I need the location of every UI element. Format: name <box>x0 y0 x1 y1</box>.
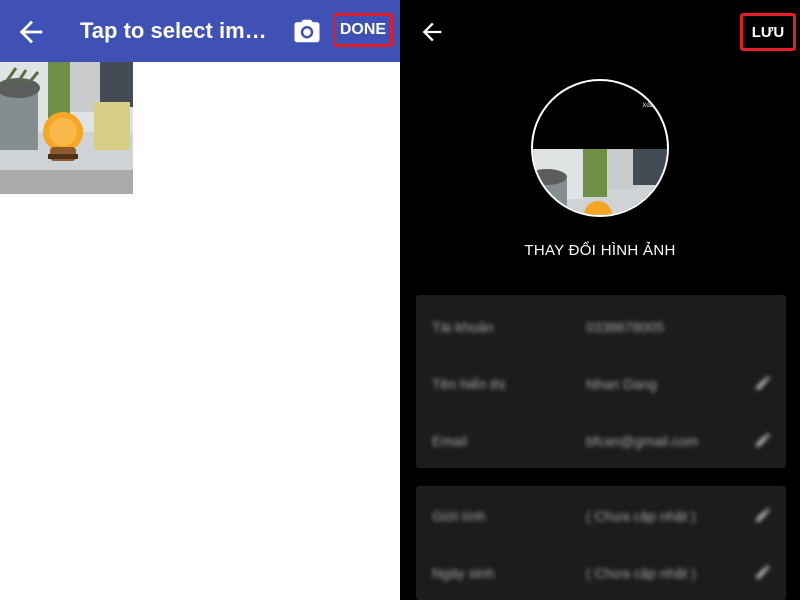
field-value: bfcan@gmail.com <box>586 433 699 449</box>
field-label: Ngày sinh <box>432 565 495 581</box>
field-label: Tài khoản <box>432 319 494 335</box>
field-label: Tên hiển thị <box>432 376 506 392</box>
field-label: Giới tính <box>432 508 486 524</box>
list-item[interactable]: Giới tính ( Chưa cập nhật ) <box>416 496 786 536</box>
field-value: Nhan Dang <box>586 376 657 392</box>
change-photo-link[interactable]: THAY ĐỔI HÌNH ẢNH <box>400 242 800 259</box>
app-bar: Tap to select images DONE <box>0 0 400 62</box>
field-label: Email <box>432 433 468 449</box>
list-item[interactable]: Email bfcan@gmail.com <box>416 421 786 461</box>
edit-pencil-icon[interactable] <box>754 563 772 581</box>
list-item: Tài khoản 0338678005 <box>416 307 786 347</box>
avatar[interactable]: Xóa N <box>531 79 669 217</box>
avatar-tag: Xóa N <box>642 103 659 109</box>
desk-photo <box>0 62 133 194</box>
camera-icon[interactable] <box>292 16 322 46</box>
back-arrow-icon[interactable] <box>14 15 48 49</box>
edit-pencil-icon[interactable] <box>754 374 772 392</box>
back-arrow-icon[interactable] <box>418 18 446 46</box>
account-info-card: Tài khoản 0338678005 Tên hiển thị Nhan D… <box>416 295 786 468</box>
image-picker-screen: Tap to select images DONE <box>0 0 400 600</box>
done-button[interactable]: DONE <box>333 13 393 47</box>
field-value: ( Chưa cập nhật ) <box>586 565 696 581</box>
field-value: ( Chưa cập nhật ) <box>586 508 696 524</box>
page-title: Tap to select images <box>80 18 270 43</box>
edit-pencil-icon[interactable] <box>754 431 772 449</box>
image-thumbnail[interactable] <box>0 62 133 194</box>
field-value: 0338678005 <box>586 319 664 335</box>
profile-info-card: Giới tính ( Chưa cập nhật ) Ngày sinh ( … <box>416 486 786 600</box>
edit-pencil-icon[interactable] <box>754 506 772 524</box>
save-button[interactable]: LƯU <box>740 13 796 51</box>
avatar-photo <box>533 149 667 215</box>
list-item[interactable]: Ngày sinh ( Chưa cập nhật ) <box>416 553 786 593</box>
list-item[interactable]: Tên hiển thị Nhan Dang <box>416 364 786 404</box>
